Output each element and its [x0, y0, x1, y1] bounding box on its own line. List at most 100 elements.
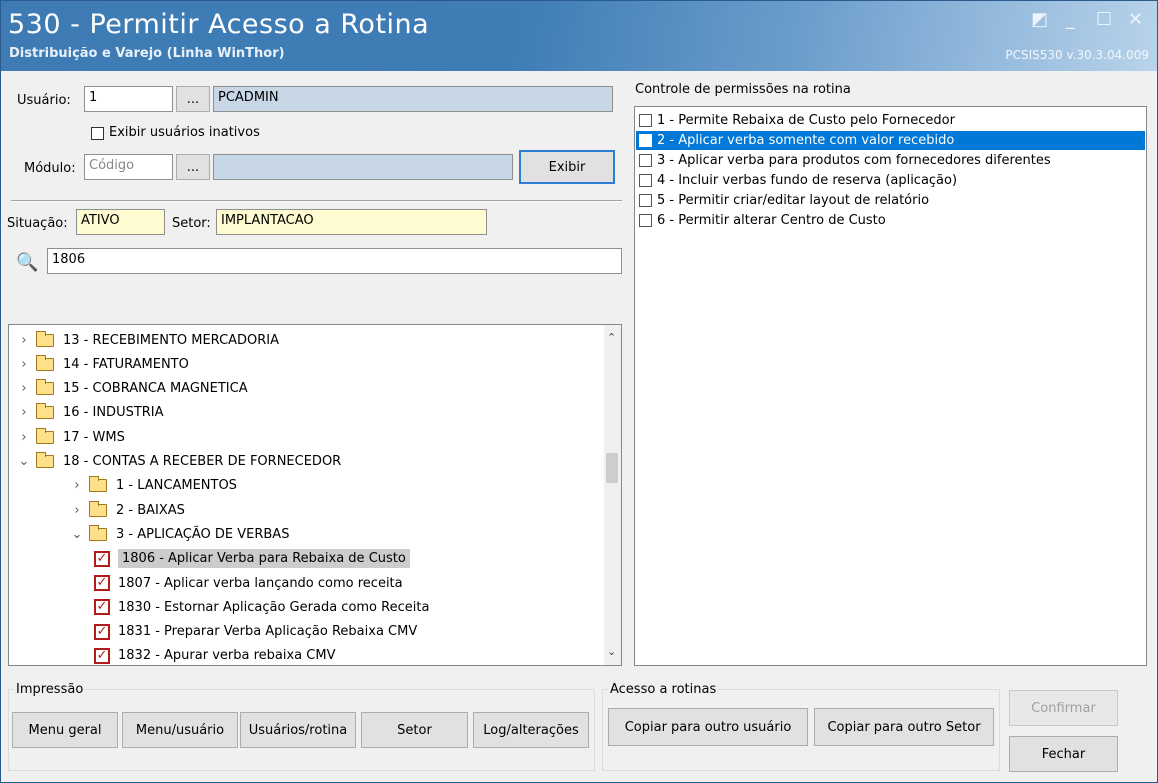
tree-routine-item[interactable]: ✓ 1830 - Estornar Aplicação Gerada como R…: [94, 596, 429, 618]
chevron-down-icon[interactable]: ⌄: [69, 527, 85, 542]
situacao-label: Situação:: [7, 216, 68, 231]
tree-folder-item[interactable]: ⌄ 18 - CONTAS A RECEBER DE FORNECEDOR: [16, 451, 341, 473]
chevron-right-icon[interactable]: ›: [16, 430, 32, 445]
situacao-field: ATIVO: [76, 209, 165, 235]
app-window: 530 - Permitir Acesso a Rotina Distribui…: [0, 0, 1158, 783]
tree-folder-item[interactable]: › 2 - BAIXAS: [69, 499, 185, 521]
tree-item-label: 2 - BAIXAS: [116, 502, 185, 518]
setor-label: Setor:: [172, 216, 211, 231]
tree-routine-item[interactable]: ✓ 1806 - Aplicar Verba para Rebaixa de Cu…: [94, 548, 410, 570]
folder-icon: [36, 354, 54, 371]
log-alteracoes-button[interactable]: Log/alterações: [473, 712, 589, 748]
tree-routine-item[interactable]: ✓ 1832 - Apurar verba rebaixa CMV: [94, 645, 336, 665]
scroll-down-icon[interactable]: ⌄: [607, 645, 616, 658]
chevron-right-icon[interactable]: ›: [16, 381, 32, 396]
permission-item[interactable]: 1 - Permite Rebaixa de Custo pelo Fornec…: [636, 111, 1145, 130]
checked-checkbox-icon[interactable]: ✓: [94, 575, 110, 591]
permission-label: 1 - Permite Rebaixa de Custo pelo Fornec…: [657, 113, 955, 128]
modulo-name-field: [213, 154, 513, 180]
permission-label: 5 - Permitir criar/editar layout de rela…: [657, 193, 930, 208]
permission-checkbox[interactable]: [639, 194, 652, 207]
permission-item[interactable]: 6 - Permitir alterar Centro de Custo: [636, 211, 1145, 230]
permission-checkbox[interactable]: [639, 214, 652, 227]
copiar-setor-button[interactable]: Copiar para outro Setor: [814, 708, 994, 746]
tree-item-label: 14 - FATURAMENTO: [63, 356, 189, 372]
tree-scrollbar[interactable]: ⌃ ⌄: [604, 325, 621, 665]
tree-folder-item[interactable]: › 13 - RECEBIMENTO MERCADORIA: [16, 329, 279, 351]
fechar-button[interactable]: Fechar: [1009, 736, 1118, 772]
chevron-right-icon[interactable]: ›: [69, 478, 85, 493]
checked-checkbox-icon[interactable]: ✓: [94, 599, 110, 616]
usuario-lookup-button[interactable]: ...: [176, 86, 210, 112]
chevron-right-icon[interactable]: ›: [16, 357, 32, 372]
permission-checkbox[interactable]: [639, 134, 652, 147]
acesso-title: Acesso a rotinas: [608, 682, 719, 697]
exibir-inativos-checkbox[interactable]: [91, 127, 104, 140]
tree-routine-item[interactable]: ✓ 1807 - Aplicar verba lançando como rece…: [94, 572, 403, 594]
permission-label: 2 - Aplicar verba somente com valor rece…: [657, 133, 955, 148]
permission-item[interactable]: 3 - Aplicar verba para produtos com forn…: [636, 151, 1145, 170]
minimize-icon[interactable]: _: [1066, 9, 1075, 30]
modulo-lookup-button[interactable]: ...: [176, 154, 210, 180]
permissions-title: Controle de permissões na rotina: [635, 82, 851, 97]
confirmar-button[interactable]: Confirmar: [1009, 690, 1118, 726]
chevron-right-icon[interactable]: ›: [16, 333, 32, 348]
scroll-up-icon[interactable]: ⌃: [607, 331, 616, 344]
permission-checkbox[interactable]: [639, 154, 652, 167]
chevron-down-icon[interactable]: ⌄: [16, 454, 32, 469]
tree-item-label: 3 - APLICAÇÃO DE VERBAS: [116, 526, 290, 542]
checked-checkbox-icon[interactable]: ✓: [94, 623, 110, 640]
permission-checkbox[interactable]: [639, 174, 652, 187]
tree-item-label: 16 - INDUSTRIA: [63, 405, 164, 421]
exibir-button[interactable]: Exibir: [519, 150, 615, 184]
window-title: 530 - Permitir Acesso a Rotina: [8, 9, 430, 40]
permissions-list[interactable]: 1 - Permite Rebaixa de Custo pelo Fornec…: [634, 106, 1147, 666]
maximize-icon[interactable]: ☐: [1096, 9, 1112, 30]
routine-tree[interactable]: › 13 - RECEBIMENTO MERCADORIA › 14 - FATURA…: [8, 324, 622, 666]
title-bar[interactable]: 530 - Permitir Acesso a Rotina Distribui…: [1, 1, 1157, 71]
menu-geral-button[interactable]: Menu geral: [12, 712, 118, 748]
tree-folder-item[interactable]: › 14 - FATURAMENTO: [16, 353, 189, 375]
tree-item-label: 15 - COBRANCA MAGNETICA: [63, 381, 248, 397]
close-icon[interactable]: ✕: [1128, 9, 1143, 30]
tree-routine-item[interactable]: ✓ 1831 - Preparar Verba Aplicação Rebaixa…: [94, 621, 417, 643]
tree-folder-item[interactable]: › 16 - INDUSTRIA: [16, 402, 164, 424]
usuarios-rotina-button[interactable]: Usuários/rotina: [240, 712, 356, 748]
checked-checkbox-icon[interactable]: ✓: [94, 647, 110, 664]
scroll-thumb[interactable]: [606, 453, 618, 483]
tree-item-label: 17 - WMS: [63, 429, 125, 445]
chevron-right-icon[interactable]: ›: [16, 405, 32, 420]
permission-item[interactable]: 4 - Incluir verbas fundo de reserva (apl…: [636, 171, 1145, 190]
tree-folder-item[interactable]: › 15 - COBRANCA MAGNETICA: [16, 378, 248, 400]
tree-item-label: 13 - RECEBIMENTO MERCADORIA: [63, 332, 280, 348]
usuario-label: Usuário:: [17, 93, 71, 108]
permission-item[interactable]: 2 - Aplicar verba somente com valor rece…: [636, 131, 1145, 150]
folder-icon: [36, 427, 54, 444]
usuario-code-field[interactable]: 1: [84, 86, 173, 112]
impressao-title: Impressão: [14, 682, 86, 697]
window-subtitle: Distribuição e Varejo (Linha WinThor): [9, 46, 285, 61]
exibir-inativos-label: Exibir usuários inativos: [109, 125, 260, 140]
tree-item-label: 18 - CONTAS A RECEBER DE FORNECEDOR: [63, 454, 342, 469]
tree-folder-item[interactable]: › 1 - LANCAMENTOS: [69, 475, 237, 497]
folder-icon: [36, 330, 54, 347]
tree-item-label: 1831 - Preparar Verba Aplicação Rebaixa …: [118, 624, 418, 640]
modulo-code-field[interactable]: Código: [84, 154, 173, 180]
search-icon: 🔍: [16, 252, 39, 273]
tree-item-label: 1832 - Apurar verba rebaixa CMV: [118, 648, 336, 664]
folder-icon: [89, 524, 107, 541]
permission-checkbox[interactable]: [639, 114, 652, 127]
menu-usuario-button[interactable]: Menu/usuário: [122, 712, 238, 748]
tree-folder-item[interactable]: ⌄ 3 - APLICAÇÃO DE VERBAS: [69, 523, 289, 545]
version-label: PCSIS530 v.30.3.04.009: [1005, 48, 1149, 62]
permission-label: 3 - Aplicar verba para produtos com forn…: [657, 153, 1051, 168]
copiar-usuario-button[interactable]: Copiar para outro usuário: [608, 708, 808, 746]
permission-label: 4 - Incluir verbas fundo de reserva (apl…: [657, 173, 958, 188]
search-input[interactable]: 1806: [47, 248, 622, 274]
tree-folder-item[interactable]: › 17 - WMS: [16, 426, 125, 448]
checked-checkbox-icon[interactable]: ✓: [94, 550, 110, 567]
setor-button[interactable]: Setor: [361, 712, 468, 748]
permission-item[interactable]: 5 - Permitir criar/editar layout de rela…: [636, 191, 1145, 210]
restore-icon[interactable]: ◩: [1031, 9, 1048, 30]
chevron-right-icon[interactable]: ›: [69, 503, 85, 518]
